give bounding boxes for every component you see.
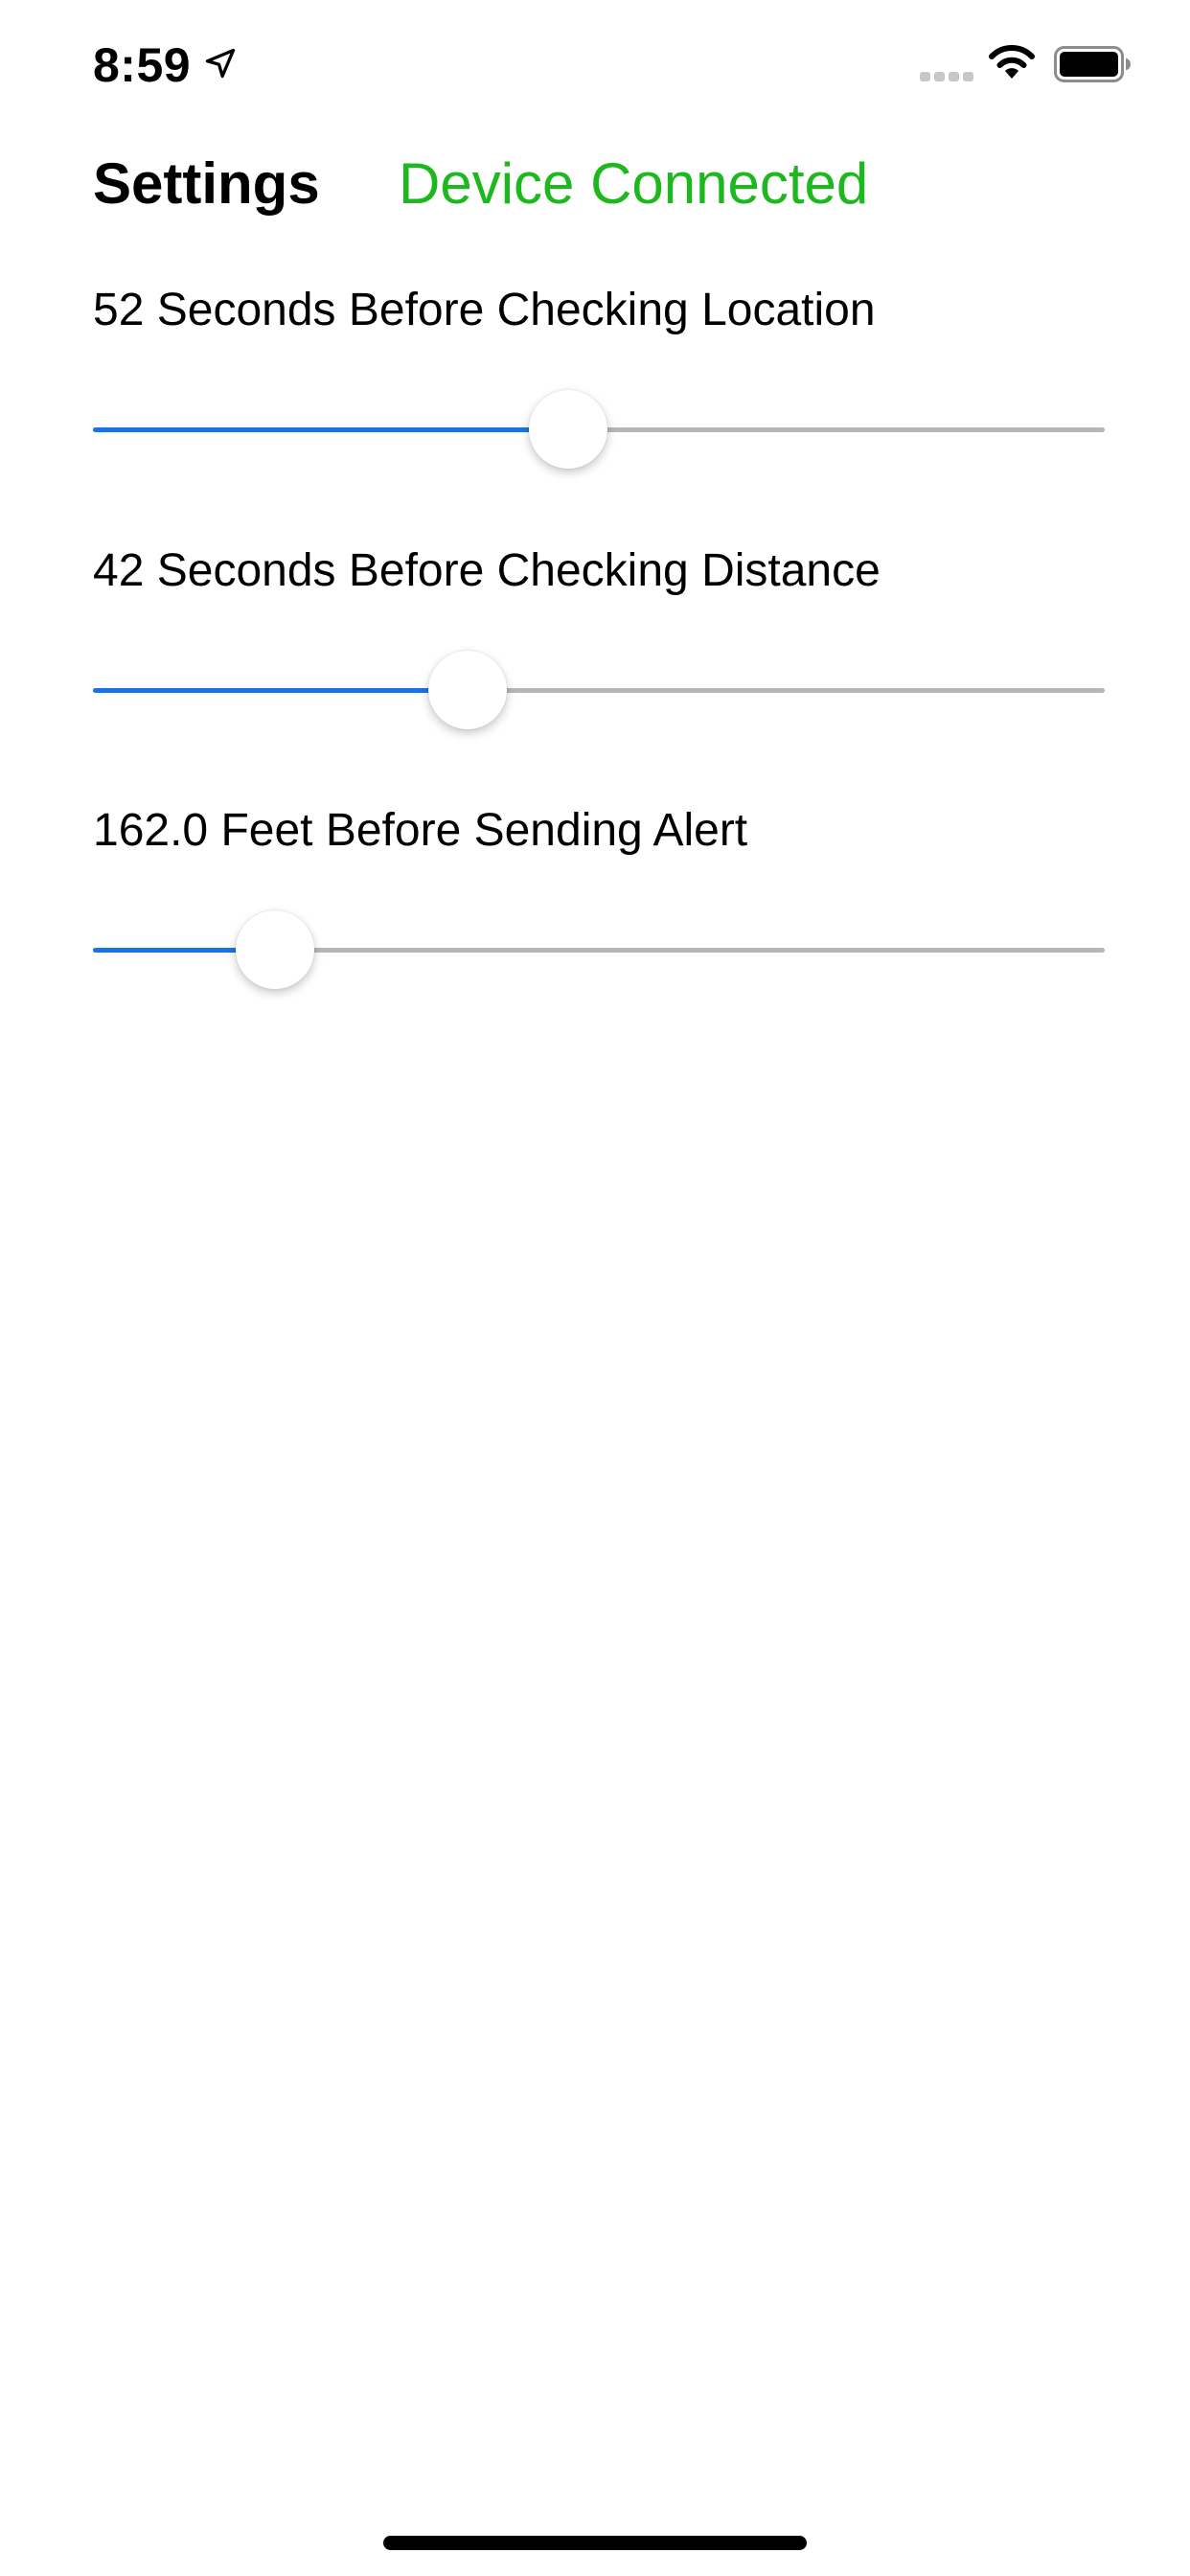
- slider-fill: [93, 427, 569, 432]
- distance-interval-slider[interactable]: [93, 642, 1105, 738]
- status-bar: 8:59: [0, 0, 1190, 126]
- slider-fill: [93, 688, 468, 693]
- slider-thumb[interactable]: [529, 390, 608, 469]
- battery-icon: [1054, 46, 1131, 82]
- header: Settings Device Connected: [0, 134, 1190, 230]
- location-interval-slider[interactable]: [93, 381, 1105, 477]
- home-indicator[interactable]: [383, 2536, 807, 2550]
- location-arrow-icon: [205, 48, 236, 79]
- cellular-signal-icon: [920, 72, 973, 81]
- setting-distance-interval: 42 Seconds Before Checking Distance: [93, 540, 1105, 780]
- connection-status: Device Connected: [399, 151, 869, 216]
- setting-label: 52 Seconds Before Checking Location: [93, 285, 876, 335]
- slider-thumb[interactable]: [427, 651, 507, 729]
- setting-label: 42 Seconds Before Checking Distance: [93, 545, 881, 596]
- page-title: Settings: [93, 151, 320, 216]
- setting-location-interval: 52 Seconds Before Checking Location: [93, 280, 1105, 519]
- setting-label: 162.0 Feet Before Sending Alert: [93, 805, 748, 856]
- alert-distance-slider[interactable]: [93, 902, 1105, 998]
- status-time: 8:59: [93, 38, 192, 92]
- wifi-icon: [989, 45, 1035, 79]
- setting-alert-distance: 162.0 Feet Before Sending Alert: [93, 800, 1105, 1040]
- slider-thumb[interactable]: [236, 910, 315, 989]
